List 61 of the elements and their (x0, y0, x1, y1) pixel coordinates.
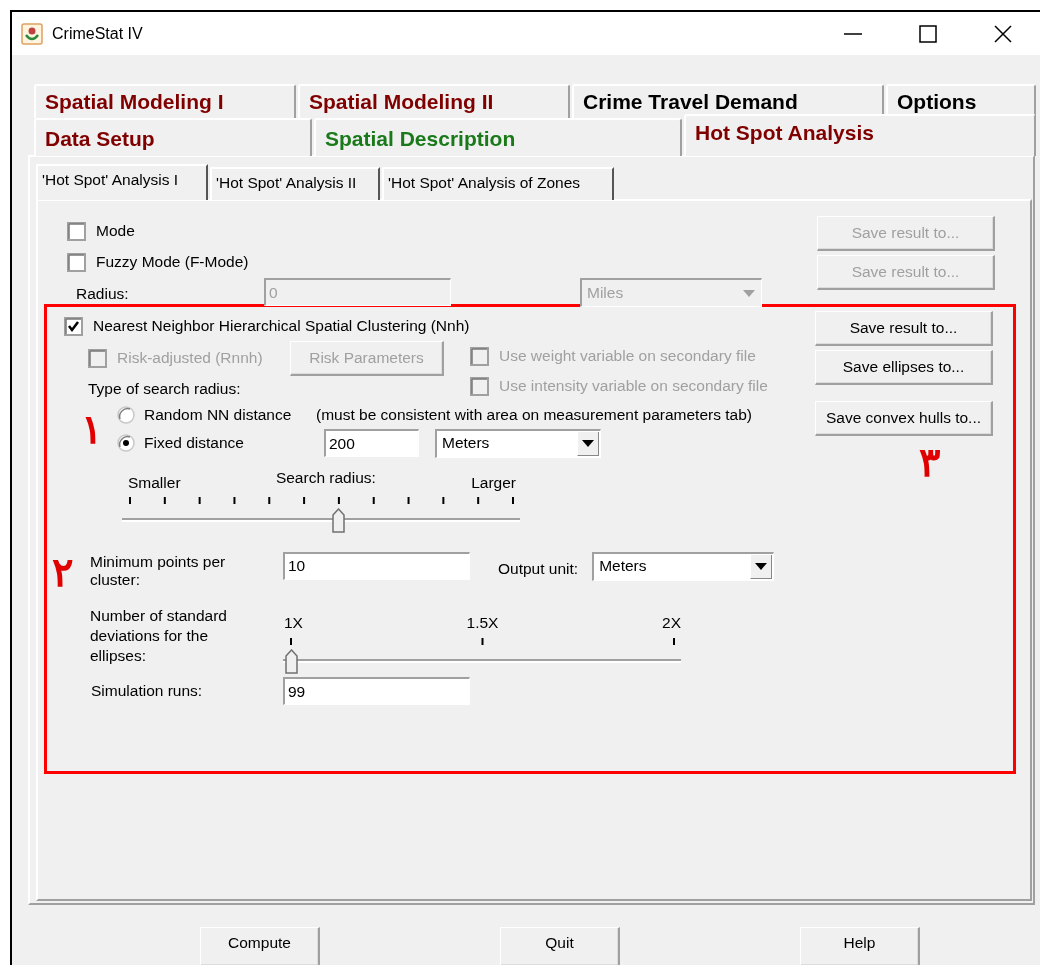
checkbox[interactable] (67, 222, 86, 241)
annotation-number: ۳ (918, 442, 940, 482)
tab[interactable]: 'Hot Spot' Analysis I (36, 164, 208, 200)
input-field[interactable]: 200 (324, 429, 419, 457)
dropdown-arrow-icon (582, 439, 594, 447)
tick-label: 1.5X (466, 613, 499, 633)
slider-thumb[interactable] (284, 649, 298, 675)
tab[interactable]: 'Hot Spot' Analysis II (210, 167, 380, 200)
radio-label: Random NN distance (144, 405, 293, 425)
annotation-number: ۱ (81, 409, 103, 449)
input-field[interactable]: 10 (283, 551, 470, 580)
minimize-icon (842, 32, 863, 35)
close-icon (992, 23, 1013, 44)
checkbox-label: Use weight variable on secondary file (499, 346, 756, 366)
field-label: Radius: (75, 284, 130, 304)
app-icon (21, 22, 43, 45)
button[interactable]: Compute (200, 927, 320, 965)
field-label: Simulation runs: (90, 681, 204, 701)
dropdown-arrow-icon (755, 562, 768, 570)
dropdown-arrow-icon (743, 289, 755, 297)
maximize-icon (917, 23, 938, 44)
button[interactable]: Help (800, 927, 920, 965)
radio-button[interactable] (117, 406, 135, 424)
checkbox-label: Mode (96, 222, 135, 241)
section-label: Type of search radius: (88, 380, 242, 399)
annotation-number: ۲ (52, 551, 74, 592)
slider-label: Larger (471, 474, 516, 493)
button[interactable]: Save ellipses to... (815, 350, 993, 385)
note-text: (must be consistent with area on measurement parameters tab) (316, 405, 752, 425)
field-label: Output unit: (498, 559, 579, 579)
tab[interactable]: Spatial Modeling I (34, 84, 296, 118)
button[interactable]: Save convex hulls to... (815, 401, 993, 436)
tab[interactable]: Crime Travel Demand (572, 84, 884, 118)
checkbox-label: Use intensity variable on secondary file (499, 376, 768, 396)
checkbox-label: Nearest Neighbor Hierarchical Spatial Clustering (Nnh) (93, 316, 470, 336)
unit-dropdown[interactable]: Meters (592, 551, 775, 581)
slider-track[interactable] (122, 507, 520, 532)
radio-button[interactable] (117, 434, 135, 452)
tab[interactable]: Spatial Modeling II (298, 84, 570, 118)
slider-label: Search radius: (275, 469, 376, 488)
checkbox-label: Fuzzy Mode (F-Mode) (96, 253, 249, 272)
field-label: Number of standard deviations for the ellipses: (90, 605, 228, 666)
window-title: CrimeStat IV (52, 23, 143, 44)
slider-track[interactable] (283, 649, 681, 674)
tick-label: 2X (662, 613, 681, 633)
tab[interactable]: Spatial Description (314, 118, 682, 156)
slider-label: Smaller (128, 474, 181, 493)
radio-label: Fixed distance (144, 433, 245, 453)
checkbox[interactable] (67, 253, 86, 272)
slider-thumb[interactable] (332, 507, 346, 533)
checkbox-label: Risk-adjusted (Rnnh) (117, 349, 263, 368)
button[interactable]: Quit (500, 927, 620, 965)
tab[interactable]: 'Hot Spot' Analysis of Zones (382, 167, 614, 200)
field-label: Minimum points per cluster: (90, 551, 227, 590)
button[interactable]: Save result to... (815, 311, 993, 346)
tab[interactable]: Data Setup (34, 118, 312, 156)
input-field[interactable]: 99 (283, 677, 470, 706)
unit-dropdown[interactable]: Meters (435, 428, 601, 458)
tick-label: 1X (284, 613, 303, 633)
checkbox[interactable] (64, 316, 83, 336)
tab[interactable]: Hot Spot Analysis (684, 114, 1036, 156)
